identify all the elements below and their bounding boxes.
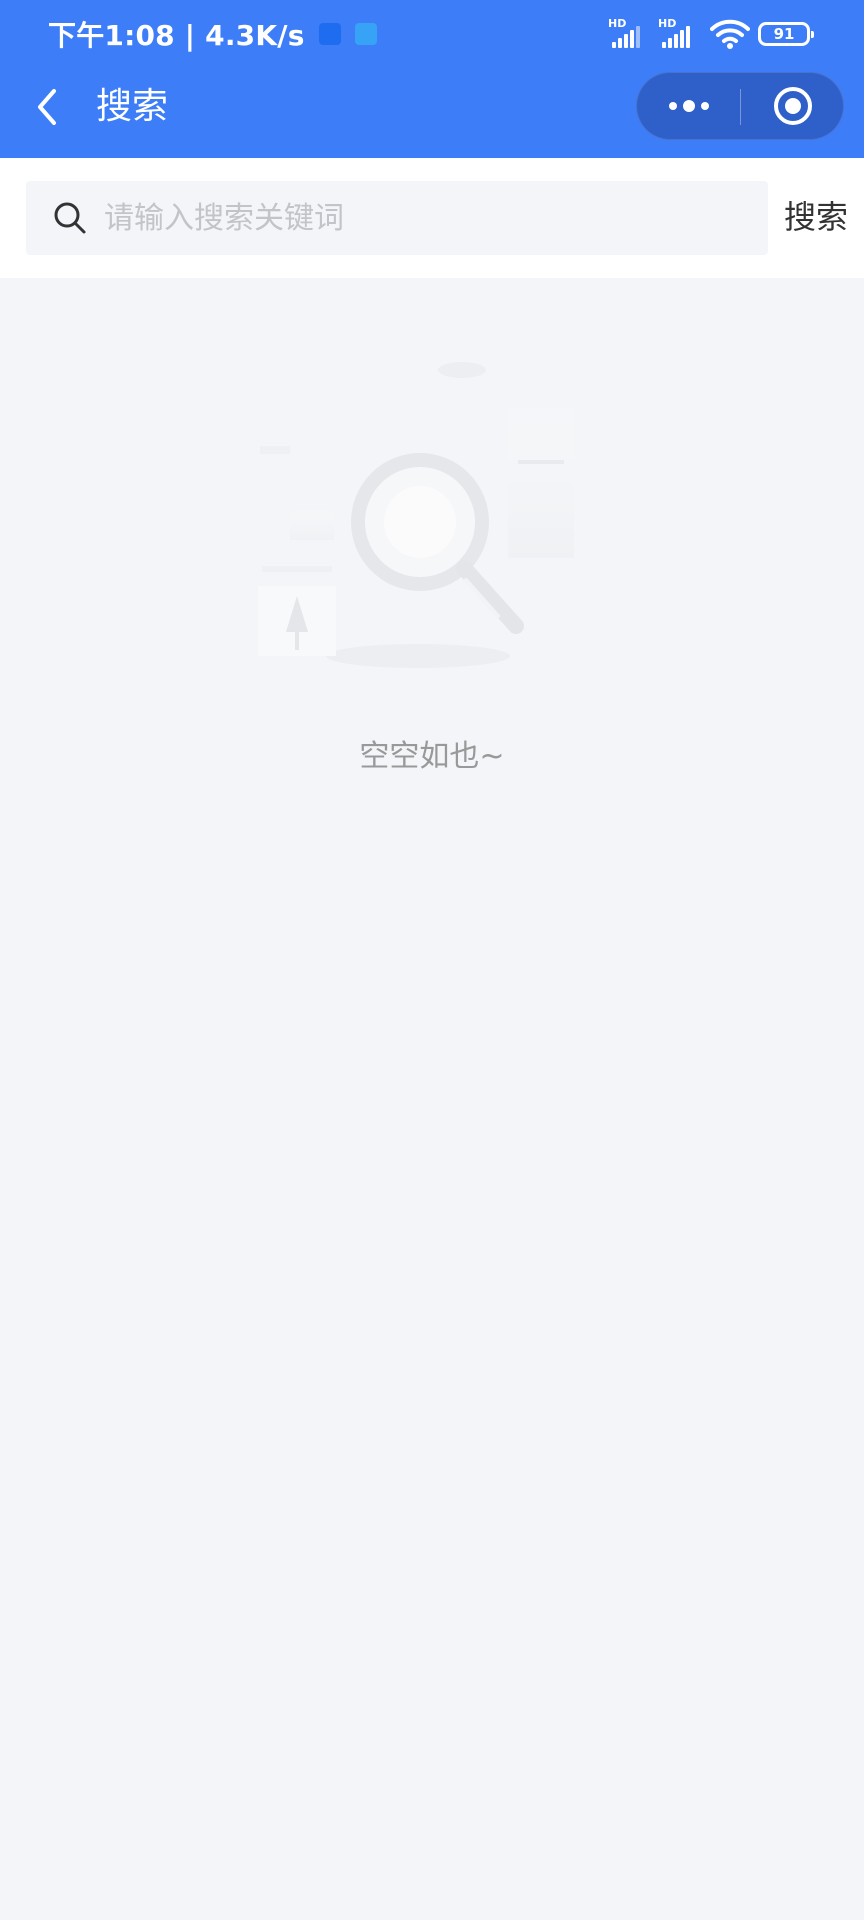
back-button[interactable] <box>22 82 72 132</box>
more-dots-icon <box>669 100 709 112</box>
app-notification-icon <box>354 23 377 45</box>
search-input[interactable] <box>102 187 746 249</box>
chevron-left-icon <box>38 89 56 125</box>
signal-icon: HD <box>658 18 698 50</box>
page-title: 搜索 <box>96 86 169 127</box>
target-circle-icon <box>774 87 812 125</box>
battery-level: 91 <box>773 25 795 43</box>
navbar: 搜索 <box>0 66 864 158</box>
signal-icon: HD <box>608 18 648 50</box>
search-box[interactable] <box>26 181 768 255</box>
battery-icon: 91 <box>758 22 814 46</box>
header: 下午1:08 | 4.3K/s HD HD 91 搜索 <box>0 0 864 158</box>
search-bar: 搜索 <box>0 158 864 278</box>
more-button[interactable] <box>637 73 741 139</box>
status-left: 下午1:08 | 4.3K/s <box>48 16 377 52</box>
status-time: 下午1:08 | 4.3K/s <box>48 19 305 52</box>
empty-state-message: 空空如也~ <box>359 739 505 774</box>
zhihu-app-icon <box>318 23 341 45</box>
status-right: HD HD 91 <box>598 16 814 52</box>
search-icon <box>54 202 86 234</box>
wifi-icon <box>710 19 750 49</box>
close-mini-program-button[interactable] <box>741 73 845 139</box>
mini-program-capsule <box>636 72 844 140</box>
empty-search-illustration <box>258 362 574 668</box>
search-button[interactable]: 搜索 <box>784 194 848 240</box>
status-bar: 下午1:08 | 4.3K/s HD HD 91 <box>0 0 864 66</box>
